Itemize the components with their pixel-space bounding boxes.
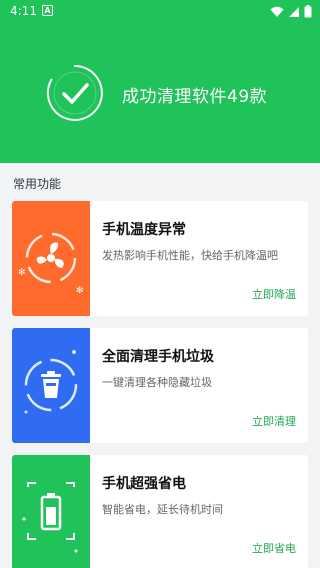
status-time: 4:11 xyxy=(10,4,37,18)
status-icons xyxy=(270,5,312,18)
card-description: 智能省电，延长待机时间 xyxy=(102,503,223,516)
card-cool-down[interactable]: ✻ ✻ 手机温度异常 发热影响手机性能，快给手机降温吧 立即降温 xyxy=(12,201,308,316)
card-title: 全面清理手机垃圾 xyxy=(102,349,214,365)
card-title: 手机超强省电 xyxy=(102,476,186,492)
notification-icon: A xyxy=(42,5,53,16)
success-message: 成功清理软件49款 xyxy=(122,87,268,107)
svg-text:✻: ✻ xyxy=(76,286,84,296)
card-clean-junk[interactable]: 全面清理手机垃圾 一键清理各种隐藏垃圾 立即清理 xyxy=(12,328,308,443)
header-banner: 4:11 A 成功清理软件49款 xyxy=(0,0,320,163)
battery-status-icon xyxy=(304,5,312,18)
wifi-icon xyxy=(270,6,284,17)
svg-text:✻: ✻ xyxy=(18,268,26,278)
section-title: 常用功能 xyxy=(13,177,62,191)
trash-icon xyxy=(12,328,90,443)
battery-icon xyxy=(12,455,90,568)
card-description: 发热影响手机性能，快给手机降温吧 xyxy=(102,249,278,262)
power-save-button[interactable]: 立即省电 xyxy=(252,540,296,556)
card-description: 一键清理各种隐藏垃圾 xyxy=(102,376,212,389)
fan-icon: ✻ ✻ xyxy=(12,201,90,316)
card-power-save[interactable]: 手机超强省电 智能省电，延长待机时间 立即省电 xyxy=(12,455,308,568)
clean-button[interactable]: 立即清理 xyxy=(252,413,296,429)
status-bar: 4:11 A xyxy=(0,0,320,24)
card-title: 手机温度异常 xyxy=(102,222,186,238)
signal-icon xyxy=(289,6,299,17)
check-circle-icon xyxy=(46,65,103,121)
cool-down-button[interactable]: 立即降温 xyxy=(252,286,296,302)
